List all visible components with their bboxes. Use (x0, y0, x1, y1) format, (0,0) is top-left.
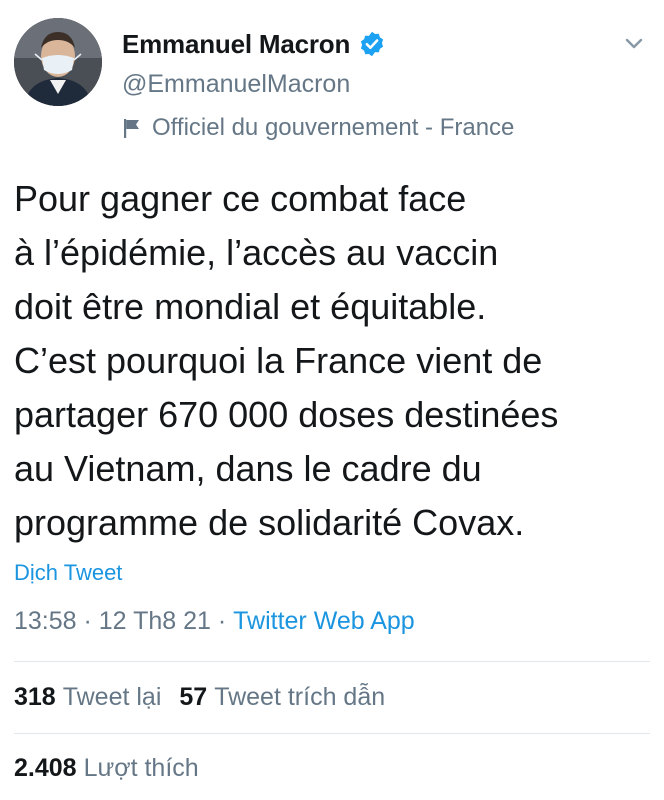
tweet-meta: 13:58 · 12 Th8 21 · Twitter Web App (14, 607, 415, 636)
tweet-text-line: partager 670 000 doses destinées (14, 394, 559, 435)
likes-stat[interactable]: 2.408 Lượt thích (14, 754, 199, 783)
tweet-source-link[interactable]: Twitter Web App (233, 607, 415, 636)
meta-separator: · (210, 607, 234, 635)
government-label[interactable]: Officiel du gouvernement - France (122, 112, 514, 144)
divider (14, 661, 650, 662)
meta-separator: · (76, 607, 99, 635)
quotes-count: 57 (179, 683, 208, 711)
user-handle[interactable]: @EmmanuelMacron (122, 70, 350, 99)
tweet-text-line: programme de solidarité Covax. (14, 502, 525, 543)
government-label-text: Officiel du gouvernement - France (152, 114, 515, 141)
tweet-text: Pour gagner ce combat face à l’épidémie,… (14, 172, 654, 550)
tweet-text-line: à l’épidémie, l’accès au vaccin (14, 232, 499, 273)
likes-count: 2.408 (14, 754, 77, 782)
tweet-date[interactable]: 12 Th8 21 (99, 607, 211, 636)
tweet-text-line: doit être mondial et équitable. (14, 286, 487, 327)
author-name-row: Emmanuel Macron (122, 26, 386, 62)
avatar-photo (14, 18, 102, 106)
quotes-stat[interactable]: 57 Tweet trích dẫn (179, 683, 385, 712)
tweet-text-line: C’est pourquoi la France vient de (14, 340, 543, 381)
likes-label: Lượt thích (83, 754, 199, 782)
engagement-stats: 318 Tweet lại 57 Tweet trích dẫn (14, 683, 385, 712)
tweet-time[interactable]: 13:58 (14, 607, 77, 636)
chevron-down-icon[interactable] (622, 34, 646, 54)
likes-stats: 2.408 Lượt thích (14, 754, 199, 783)
quotes-label: Tweet trích dẫn (214, 683, 386, 711)
flag-icon (122, 117, 142, 139)
retweets-label: Tweet lại (62, 683, 162, 711)
tweet-text-line: au Vietnam, dans le cadre du (14, 448, 482, 489)
retweets-count: 318 (14, 683, 56, 711)
translate-tweet-link[interactable]: Dịch Tweet (14, 560, 122, 586)
verified-badge-icon (358, 30, 386, 58)
tweet-text-line: Pour gagner ce combat face (14, 178, 467, 219)
retweets-stat[interactable]: 318 Tweet lại (14, 683, 161, 712)
divider (14, 733, 650, 734)
display-name[interactable]: Emmanuel Macron (122, 29, 350, 60)
avatar[interactable] (14, 18, 102, 106)
